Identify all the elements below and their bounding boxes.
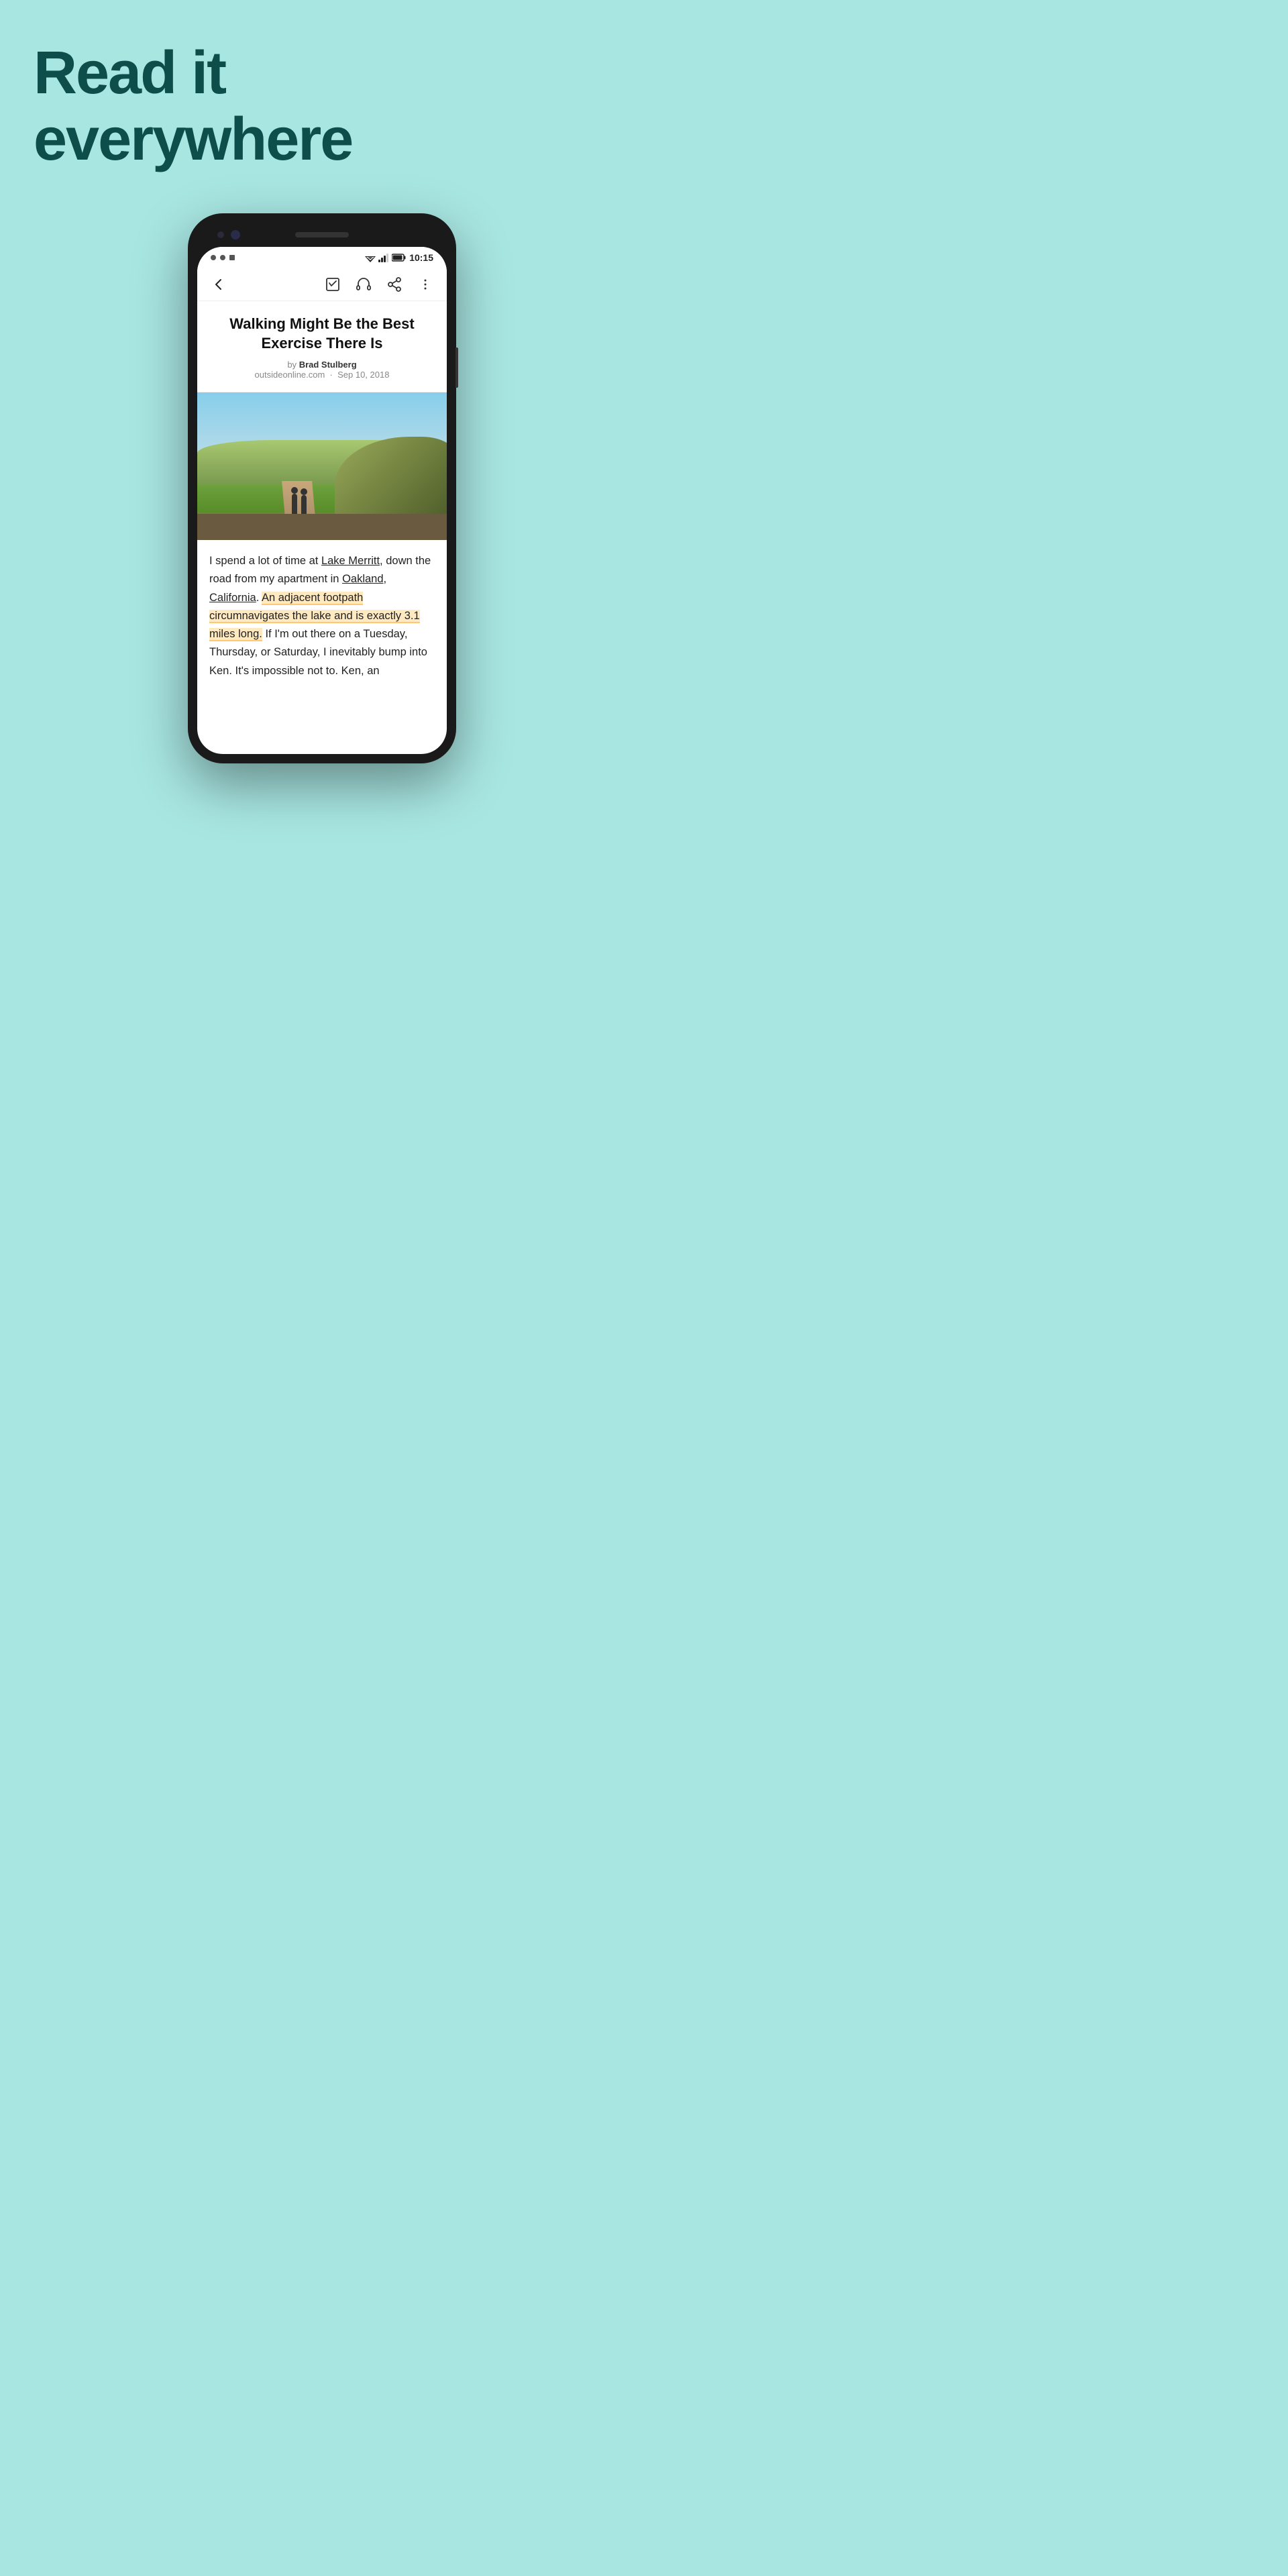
headphones-icon bbox=[356, 276, 372, 292]
article-image bbox=[197, 392, 447, 540]
battery-icon bbox=[392, 254, 407, 262]
share-icon bbox=[386, 276, 402, 292]
phone-screen: 10:15 bbox=[197, 247, 447, 754]
hero-line1: Read it bbox=[34, 40, 225, 107]
status-square bbox=[229, 255, 235, 260]
status-icons-left bbox=[211, 255, 235, 260]
hero-title: Read it everywhere bbox=[34, 40, 610, 173]
signal-icon bbox=[378, 254, 389, 262]
phone-speaker bbox=[295, 232, 349, 237]
toolbar-right bbox=[323, 275, 435, 294]
phone-wrapper: 10:15 bbox=[0, 213, 644, 763]
article-header: Walking Might Be the Best Exercise There… bbox=[197, 301, 447, 392]
wifi-icon bbox=[365, 254, 376, 262]
more-icon bbox=[419, 278, 432, 291]
phone-top-bar bbox=[197, 223, 447, 247]
walkers-group bbox=[292, 494, 307, 514]
phone-side-button bbox=[455, 347, 458, 388]
phone-camera-left bbox=[217, 231, 224, 238]
ground bbox=[197, 514, 447, 541]
more-button[interactable] bbox=[416, 275, 435, 294]
article-body-text: I spend a lot of time at Lake Merritt, d… bbox=[209, 552, 435, 680]
link-california[interactable]: California bbox=[209, 592, 256, 604]
article-date: Sep 10, 2018 bbox=[337, 370, 389, 380]
landscape-scene bbox=[197, 392, 447, 540]
article-body: I spend a lot of time at Lake Merritt, d… bbox=[197, 540, 447, 692]
status-icons-right: 10:15 bbox=[365, 252, 433, 263]
article-toolbar bbox=[197, 268, 447, 301]
link-lake-merritt[interactable]: Lake Merritt bbox=[321, 555, 380, 567]
article-by: by bbox=[287, 360, 297, 370]
page-container: Read it everywhere bbox=[0, 0, 644, 763]
hero-line2: everywhere bbox=[34, 106, 352, 173]
share-button[interactable] bbox=[385, 275, 404, 294]
status-bar: 10:15 bbox=[197, 247, 447, 268]
hero-section: Read it everywhere bbox=[0, 0, 644, 173]
back-button[interactable] bbox=[209, 275, 228, 294]
headphones-button[interactable] bbox=[354, 275, 373, 294]
article-title: Walking Might Be the Best Exercise There… bbox=[211, 315, 433, 353]
walker-2 bbox=[301, 495, 307, 514]
phone-device: 10:15 bbox=[188, 213, 456, 763]
article-source: outsideonline.com bbox=[255, 370, 325, 380]
article-author: Brad Stulberg bbox=[299, 360, 357, 370]
status-time: 10:15 bbox=[409, 252, 433, 263]
status-dot-1 bbox=[211, 255, 216, 260]
save-button[interactable] bbox=[323, 275, 342, 294]
back-icon bbox=[212, 278, 225, 291]
article-meta: by Brad Stulberg outsideonline.com · Sep… bbox=[211, 360, 433, 380]
save-icon bbox=[325, 276, 341, 292]
status-dot-2 bbox=[220, 255, 225, 260]
link-oakland[interactable]: Oakland bbox=[342, 573, 383, 585]
toolbar-left bbox=[209, 275, 228, 294]
phone-camera-right bbox=[231, 230, 240, 239]
walker-1 bbox=[292, 494, 297, 514]
